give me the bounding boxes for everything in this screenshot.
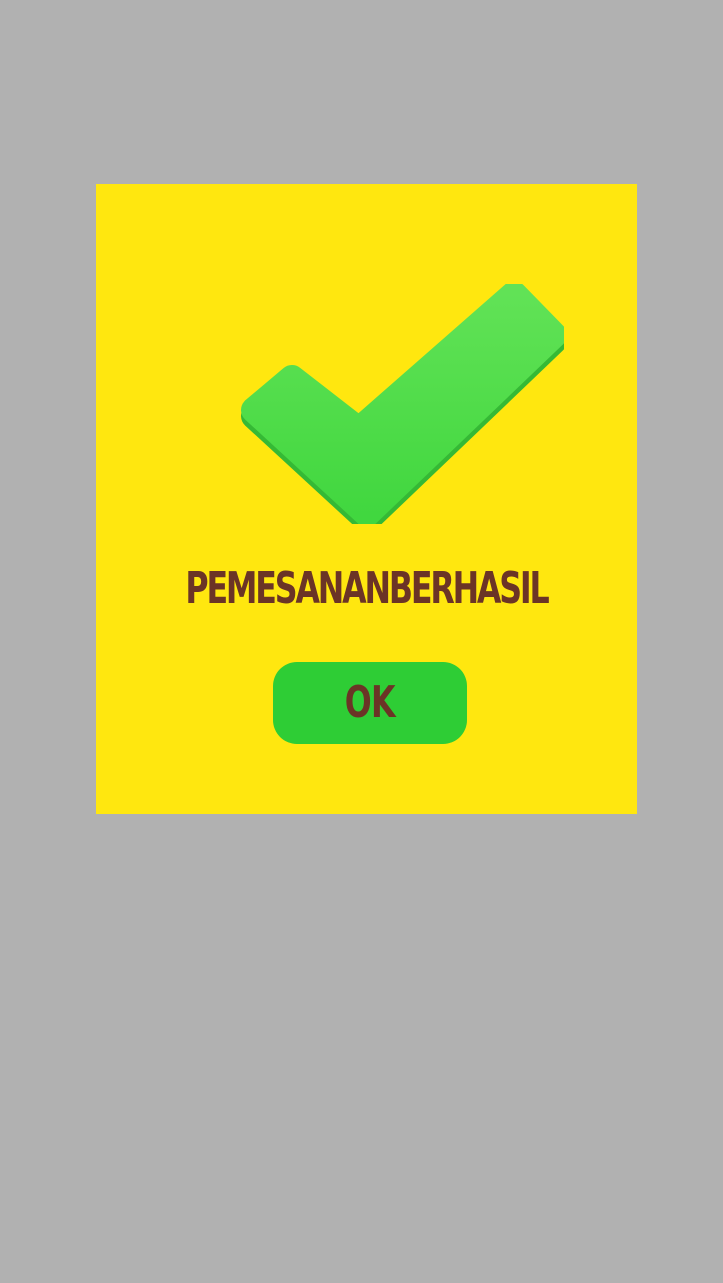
ok-button[interactable]: OK [273,662,467,744]
success-dialog: PEMESANANBERHASIL OK [96,184,637,814]
success-message: PEMESANANBERHASIL [185,563,549,614]
checkmark-icon [241,284,564,524]
ok-button-label: OK [344,677,396,728]
